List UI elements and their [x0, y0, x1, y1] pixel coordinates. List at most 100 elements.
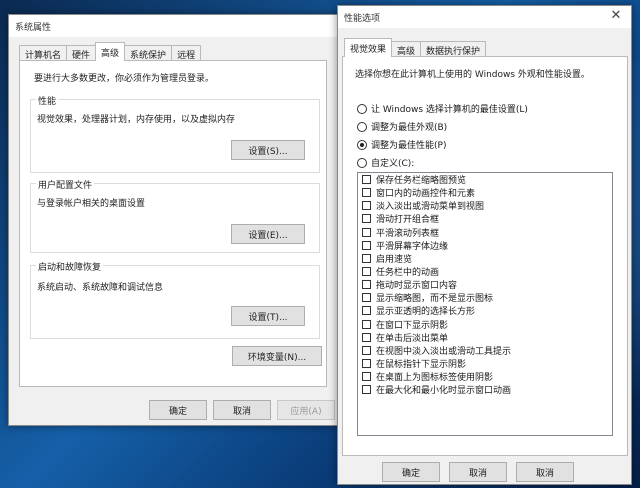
list-item[interactable]: 拖动时显示窗口内容 — [358, 278, 612, 291]
performance-options-title: 性能选项 — [344, 14, 381, 24]
tab-advanced[interactable]: 高级 — [95, 42, 126, 61]
list-item[interactable]: 平滑滚动列表框 — [358, 226, 612, 239]
list-item[interactable]: 在单击后淡出菜单 — [358, 331, 612, 344]
checkbox[interactable] — [362, 227, 371, 237]
checkbox[interactable] — [362, 385, 371, 395]
radio-label: 调整为最佳性能(P) — [371, 141, 447, 151]
admin-note: 要进行大多数更改，你必须作为管理员登录。 — [34, 74, 215, 84]
system-properties-window: 系统属性 计算机名 硬件 高级 系统保护 远程 要进行大多数更改，你必须作为管理… — [8, 14, 338, 426]
list-item[interactable]: 在窗口下显示阴影 — [358, 318, 612, 331]
checkbox-label: 在视图中淡入淡出或滑动工具提示 — [376, 346, 512, 357]
tab-hardware[interactable]: 硬件 — [66, 45, 97, 61]
list-item[interactable]: 淡入淡出或滑动菜单到视图 — [358, 199, 612, 212]
radio-let-windows-choose[interactable]: 让 Windows 选择计算机的最佳设置(L) — [357, 102, 528, 115]
performance-group-title: 性能 — [36, 94, 59, 107]
checkbox[interactable] — [362, 359, 371, 369]
system-properties-tabs: 计算机名 硬件 高级 系统保护 远程 — [19, 42, 202, 61]
checkbox-label: 在最大化和最小化时显示窗口动画 — [376, 386, 512, 397]
checkbox-label: 任务栏中的动画 — [376, 268, 440, 279]
checkbox-label: 滑动打开组合框 — [376, 215, 440, 226]
checkbox-label: 在鼠标指针下显示阴影 — [376, 360, 467, 371]
user-profiles-description: 与登录帐户相关的桌面设置 — [37, 199, 146, 209]
performance-options-ok-button[interactable]: 确定 — [382, 462, 440, 482]
system-properties-cancel-button[interactable]: 取消 — [213, 400, 271, 420]
list-item[interactable]: 在最大化和最小化时显示窗口动画 — [358, 383, 612, 396]
checkbox[interactable] — [362, 175, 371, 185]
checkbox-label: 保存任务栏缩略图预览 — [376, 176, 467, 187]
radio-label: 自定义(C): — [371, 159, 415, 169]
radio-label: 调整为最佳外观(B) — [371, 123, 448, 133]
list-item[interactable]: 任务栏中的动画 — [358, 265, 612, 278]
system-properties-title: 系统属性 — [15, 23, 52, 33]
radio-best-appearance[interactable]: 调整为最佳外观(B) — [357, 120, 447, 133]
list-item[interactable]: 窗口内的动画控件和元素 — [358, 186, 612, 199]
list-item[interactable]: 在桌面上为图标标签使用阴影 — [358, 370, 612, 383]
checkbox[interactable] — [362, 188, 371, 198]
startup-recovery-settings-button[interactable]: 设置(T)... — [231, 306, 305, 326]
list-item[interactable]: 滑动打开组合框 — [358, 212, 612, 225]
checkbox-label: 平滑滚动列表框 — [376, 228, 440, 239]
checkbox-label: 淡入淡出或滑动菜单到视图 — [376, 202, 485, 213]
radio-button[interactable] — [357, 121, 367, 132]
list-item[interactable]: 保存任务栏缩略图预览 — [358, 173, 612, 186]
list-item[interactable]: 显示缩略图，而不是显示图标 — [358, 291, 612, 304]
checkbox[interactable] — [362, 372, 371, 382]
checkbox[interactable] — [362, 201, 371, 211]
radio-button-selected[interactable] — [357, 139, 367, 150]
tab-remote[interactable]: 远程 — [171, 45, 202, 61]
checkbox-label: 显示缩略图，而不是显示图标 — [376, 294, 494, 305]
tab-computer-name[interactable]: 计算机名 — [19, 45, 68, 61]
performance-description: 视觉效果，处理器计划，内存使用，以及虚拟内存 — [37, 115, 236, 125]
close-icon[interactable]: ✕ — [609, 8, 623, 24]
checkbox-label: 平滑屏幕字体边缘 — [376, 241, 449, 252]
checkbox[interactable] — [362, 332, 371, 342]
checkbox[interactable] — [362, 240, 371, 250]
system-properties-titlebar[interactable]: 系统属性 — [9, 15, 337, 37]
checkbox-label: 启用速览 — [376, 254, 413, 265]
checkbox[interactable] — [362, 319, 371, 329]
checkbox-label: 在窗口下显示阴影 — [376, 320, 449, 331]
performance-options-window: 性能选项 ✕ 视觉效果 高级 数据执行保护 选择你想在此计算机上使用的 Wind… — [337, 5, 632, 485]
checkbox-label: 在单击后淡出菜单 — [376, 333, 449, 344]
checkbox[interactable] — [362, 306, 371, 316]
checkbox[interactable] — [362, 267, 371, 277]
list-item[interactable]: 在视图中淡入淡出或滑动工具提示 — [358, 344, 612, 357]
checkbox[interactable] — [362, 214, 371, 224]
startup-recovery-group: 启动和故障恢复 系统启动、系统故障和调试信息 设置(T)... — [30, 260, 320, 339]
tab-visual-effects[interactable]: 视觉效果 — [344, 38, 393, 57]
list-item[interactable]: 平滑屏幕字体边缘 — [358, 239, 612, 252]
environment-variables-button[interactable]: 环境变量(N)... — [232, 346, 322, 366]
visual-effects-prompt: 选择你想在此计算机上使用的 Windows 外观和性能设置。 — [355, 70, 590, 80]
radio-best-performance[interactable]: 调整为最佳性能(P) — [357, 138, 446, 151]
list-item[interactable]: 启用速览 — [358, 252, 612, 265]
performance-settings-button[interactable]: 设置(S)... — [231, 140, 305, 160]
startup-recovery-description: 系统启动、系统故障和调试信息 — [37, 283, 164, 293]
radio-custom[interactable]: 自定义(C): — [357, 156, 414, 169]
system-properties-ok-button[interactable]: 确定 — [149, 400, 207, 420]
performance-options-cancel-button[interactable]: 取消 — [449, 462, 507, 482]
startup-recovery-group-title: 启动和故障恢复 — [36, 260, 104, 273]
visual-effects-panel: 选择你想在此计算机上使用的 Windows 外观和性能设置。 让 Windows… — [342, 56, 628, 456]
checkbox-label: 窗口内的动画控件和元素 — [376, 189, 476, 200]
performance-options-titlebar[interactable]: 性能选项 ✕ — [338, 6, 631, 28]
checkbox[interactable] — [362, 280, 371, 290]
tab-advanced-perf[interactable]: 高级 — [391, 41, 422, 57]
list-item[interactable]: 在鼠标指针下显示阴影 — [358, 357, 612, 370]
tab-dep[interactable]: 数据执行保护 — [420, 41, 487, 57]
advanced-tab-panel: 要进行大多数更改，你必须作为管理员登录。 性能 视觉效果，处理器计划，内存使用，… — [19, 60, 327, 387]
system-properties-apply-button[interactable]: 应用(A) — [277, 400, 335, 420]
user-profiles-group: 用户配置文件 与登录帐户相关的桌面设置 设置(E)... — [30, 178, 320, 253]
checkbox[interactable] — [362, 253, 371, 263]
radio-label: 让 Windows 选择计算机的最佳设置(L) — [371, 105, 528, 115]
checkbox[interactable] — [362, 345, 371, 355]
checkbox-label: 在桌面上为图标标签使用阴影 — [376, 373, 494, 384]
user-profiles-settings-button[interactable]: 设置(E)... — [231, 224, 305, 244]
radio-button[interactable] — [357, 103, 367, 114]
performance-options-apply-button[interactable]: 取消 — [516, 462, 574, 482]
radio-button[interactable] — [357, 157, 367, 168]
checkbox[interactable] — [362, 293, 371, 303]
visual-effects-list[interactable]: 保存任务栏缩略图预览 窗口内的动画控件和元素 淡入淡出或滑动菜单到视图 滑动打开组合框… — [357, 172, 613, 436]
list-item[interactable]: 显示亚透明的选择长方形 — [358, 304, 612, 317]
tab-system-protection[interactable]: 系统保护 — [124, 45, 173, 61]
checkbox-label: 拖动时显示窗口内容 — [376, 281, 458, 292]
